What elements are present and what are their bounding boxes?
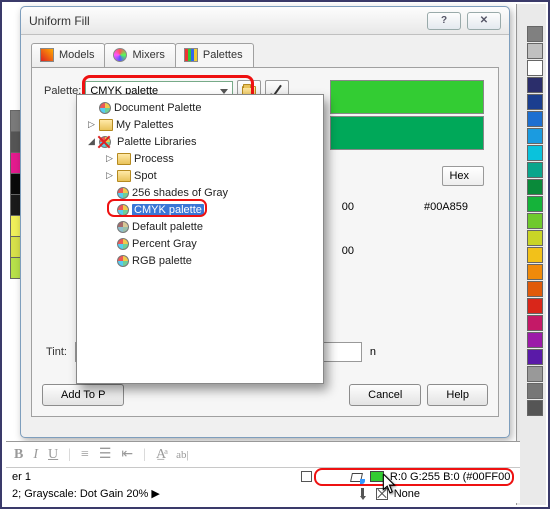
palette-swatch[interactable] bbox=[527, 26, 543, 42]
titlebar: Uniform Fill ? ✕ bbox=[21, 7, 509, 35]
palette-swatch[interactable] bbox=[527, 298, 543, 314]
tab-label: Models bbox=[59, 49, 94, 61]
tree-item[interactable]: Default palette bbox=[132, 221, 203, 233]
right-color-palette[interactable] bbox=[527, 26, 543, 417]
status-profile: 2; Grayscale: Dot Gain 20% ▶ bbox=[12, 487, 160, 500]
collapse-icon[interactable]: ◢ bbox=[87, 137, 96, 146]
palette-swatch[interactable] bbox=[527, 128, 543, 144]
tree-item[interactable]: Spot bbox=[134, 170, 157, 182]
help-window-button[interactable]: ? bbox=[427, 12, 461, 30]
disabled-icon bbox=[98, 136, 110, 148]
mixers-icon bbox=[113, 48, 127, 62]
palette-swatch[interactable] bbox=[527, 247, 543, 263]
hex-mode-combo[interactable]: Hex bbox=[442, 166, 484, 186]
dropcap-icon[interactable]: A̲ͣ bbox=[156, 447, 166, 463]
palette-swatch[interactable] bbox=[527, 196, 543, 212]
tree-item[interactable]: Process bbox=[134, 153, 174, 165]
indent-icon[interactable]: ⇤ bbox=[121, 446, 133, 463]
tree-item-selected[interactable]: CMYK palette bbox=[132, 204, 204, 216]
fill-color-swatch[interactable] bbox=[370, 471, 384, 482]
tab-label: Mixers bbox=[132, 49, 164, 61]
swatch-old[interactable] bbox=[330, 116, 484, 150]
palette-swatch[interactable] bbox=[527, 400, 543, 416]
expand-icon[interactable]: ▷ bbox=[105, 154, 114, 163]
swatch-new[interactable] bbox=[330, 80, 484, 114]
folder-icon bbox=[117, 153, 131, 165]
palette-swatch[interactable] bbox=[527, 315, 543, 331]
folder-icon bbox=[117, 170, 131, 182]
models-icon bbox=[40, 48, 54, 62]
palette-icon bbox=[117, 238, 129, 250]
palette-swatch[interactable] bbox=[527, 60, 543, 76]
tree-item[interactable]: Palette Libraries bbox=[117, 136, 197, 148]
palettes-icon bbox=[184, 48, 198, 62]
status-outline-value: None bbox=[394, 488, 420, 500]
palette-swatch[interactable] bbox=[527, 145, 543, 161]
chevron-down-icon bbox=[220, 89, 228, 94]
tint-label: Tint: bbox=[46, 346, 67, 358]
close-window-button[interactable]: ✕ bbox=[467, 12, 501, 30]
palette-icon bbox=[117, 255, 129, 267]
tree-item[interactable]: My Palettes bbox=[116, 119, 173, 131]
status-layer: er 1 bbox=[12, 471, 31, 483]
palette-swatch[interactable] bbox=[527, 213, 543, 229]
fill-bucket-icon[interactable] bbox=[350, 471, 364, 483]
text-format-bar: B I U | ≡ ☰ ⇤ | A̲ͣ ab| bbox=[6, 442, 520, 468]
palette-swatch[interactable] bbox=[527, 111, 543, 127]
palette-swatch[interactable] bbox=[527, 94, 543, 110]
tree-item[interactable]: Document Palette bbox=[114, 102, 201, 114]
add-to-palette-button[interactable]: Add To P bbox=[42, 384, 124, 406]
underline-icon[interactable]: U bbox=[48, 447, 58, 463]
expand-icon[interactable]: ▷ bbox=[105, 171, 114, 180]
palette-swatch[interactable] bbox=[527, 264, 543, 280]
cancel-button[interactable]: Cancel bbox=[349, 384, 421, 406]
no-outline-icon bbox=[376, 488, 388, 500]
palette-swatch[interactable] bbox=[527, 281, 543, 297]
align-icon[interactable]: ≡ bbox=[81, 447, 89, 463]
palette-swatch[interactable] bbox=[527, 349, 543, 365]
dialog-title: Uniform Fill bbox=[29, 14, 90, 28]
text-placeholder-icon[interactable]: ab| bbox=[176, 449, 189, 461]
bullets-icon[interactable]: ☰ bbox=[99, 446, 112, 463]
tab-mixers[interactable]: Mixers bbox=[104, 43, 175, 67]
palette-swatch[interactable] bbox=[527, 230, 543, 246]
folder-icon bbox=[99, 119, 113, 131]
hex-row: xx Hex bbox=[391, 166, 484, 186]
tab-models[interactable]: Models bbox=[31, 43, 105, 67]
palette-swatch[interactable] bbox=[527, 383, 543, 399]
tab-label: Palettes bbox=[203, 49, 243, 61]
status-fill-value: R:0 G:255 B:0 (#00FF00) bbox=[390, 471, 514, 483]
status-bar: B I U | ≡ ☰ ⇤ | A̲ͣ ab| er 1 R:0 G:255 B… bbox=[6, 441, 520, 503]
palette-swatch[interactable] bbox=[527, 162, 543, 178]
palette-icon bbox=[99, 102, 111, 114]
hex-values: 00#00A859 00 bbox=[342, 194, 468, 264]
tree-item[interactable]: Percent Gray bbox=[132, 238, 197, 250]
tree-item[interactable]: 256 shades of Gray bbox=[132, 187, 228, 199]
dialog-buttons: Add To P Cancel Help bbox=[42, 384, 488, 406]
palette-icon bbox=[117, 187, 129, 199]
tabstrip: Models Mixers Palettes bbox=[21, 35, 509, 67]
help-button[interactable]: Help bbox=[427, 384, 488, 406]
outline-pen-icon[interactable] bbox=[358, 488, 370, 500]
palette-swatch[interactable] bbox=[527, 332, 543, 348]
palette-swatch[interactable] bbox=[527, 366, 543, 382]
palette-swatch[interactable] bbox=[527, 77, 543, 93]
color-preview bbox=[330, 80, 484, 152]
palette-icon bbox=[117, 221, 129, 233]
screenshot-frame: Uniform Fill ? ✕ Models Mixers Palettes bbox=[0, 0, 550, 509]
tab-palettes[interactable]: Palettes bbox=[175, 43, 254, 67]
palette-swatch[interactable] bbox=[527, 179, 543, 195]
tree-item[interactable]: RGB palette bbox=[132, 255, 192, 267]
palette-swatch[interactable] bbox=[527, 43, 543, 59]
bold-icon[interactable]: B bbox=[14, 447, 23, 463]
snapshot-icon[interactable] bbox=[301, 471, 312, 482]
palette-icon bbox=[117, 204, 129, 216]
expand-icon[interactable]: ▷ bbox=[87, 120, 96, 129]
italic-icon[interactable]: I bbox=[33, 447, 38, 463]
palette-dropdown-tree[interactable]: Document Palette ▷ My Palettes ◢ Palette L… bbox=[76, 94, 324, 384]
